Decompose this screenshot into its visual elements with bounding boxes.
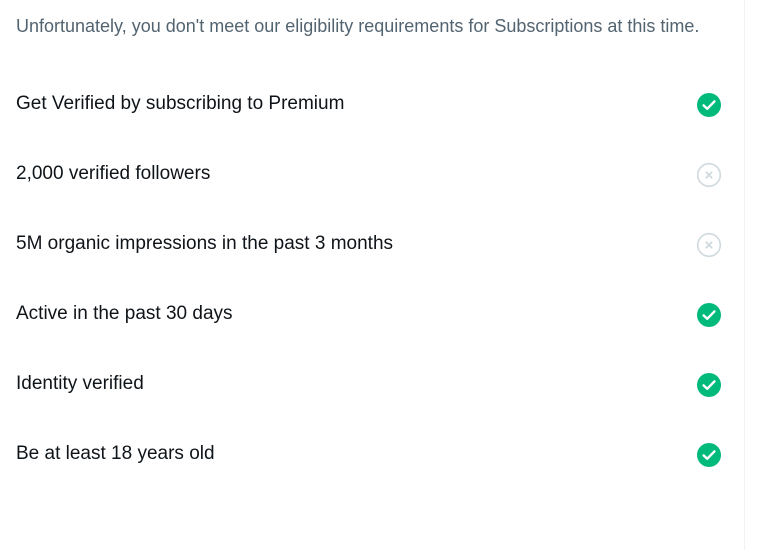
ineligibility-notice: Unfortunately, you don't meet our eligib…	[16, 16, 700, 36]
x-circle-icon	[696, 162, 722, 188]
check-circle-icon	[696, 442, 722, 468]
requirement-row: 2,000 verified followers	[0, 140, 744, 210]
requirement-label: Identity verified	[16, 373, 144, 394]
check-circle-icon	[696, 372, 722, 398]
requirements-list: Get Verified by subscribing to Premium 2…	[0, 70, 744, 490]
requirement-label: 2,000 verified followers	[16, 163, 211, 184]
check-circle-icon	[696, 302, 722, 328]
requirement-label: 5M organic impressions in the past 3 mon…	[16, 233, 394, 254]
requirement-row: 5M organic impressions in the past 3 mon…	[0, 210, 744, 280]
check-circle-icon	[696, 92, 722, 118]
eligibility-panel: Unfortunately, you don't meet our eligib…	[0, 0, 745, 550]
x-circle-icon	[696, 232, 722, 258]
requirement-label: Get Verified by subscribing to Premium	[16, 93, 345, 114]
requirement-label: Active in the past 30 days	[16, 303, 233, 324]
requirement-row: Active in the past 30 days	[0, 280, 744, 350]
requirement-row: Get Verified by subscribing to Premium	[0, 70, 744, 140]
requirement-label: Be at least 18 years old	[16, 443, 215, 464]
requirement-row: Be at least 18 years old	[0, 420, 744, 490]
requirement-row: Identity verified	[0, 350, 744, 420]
